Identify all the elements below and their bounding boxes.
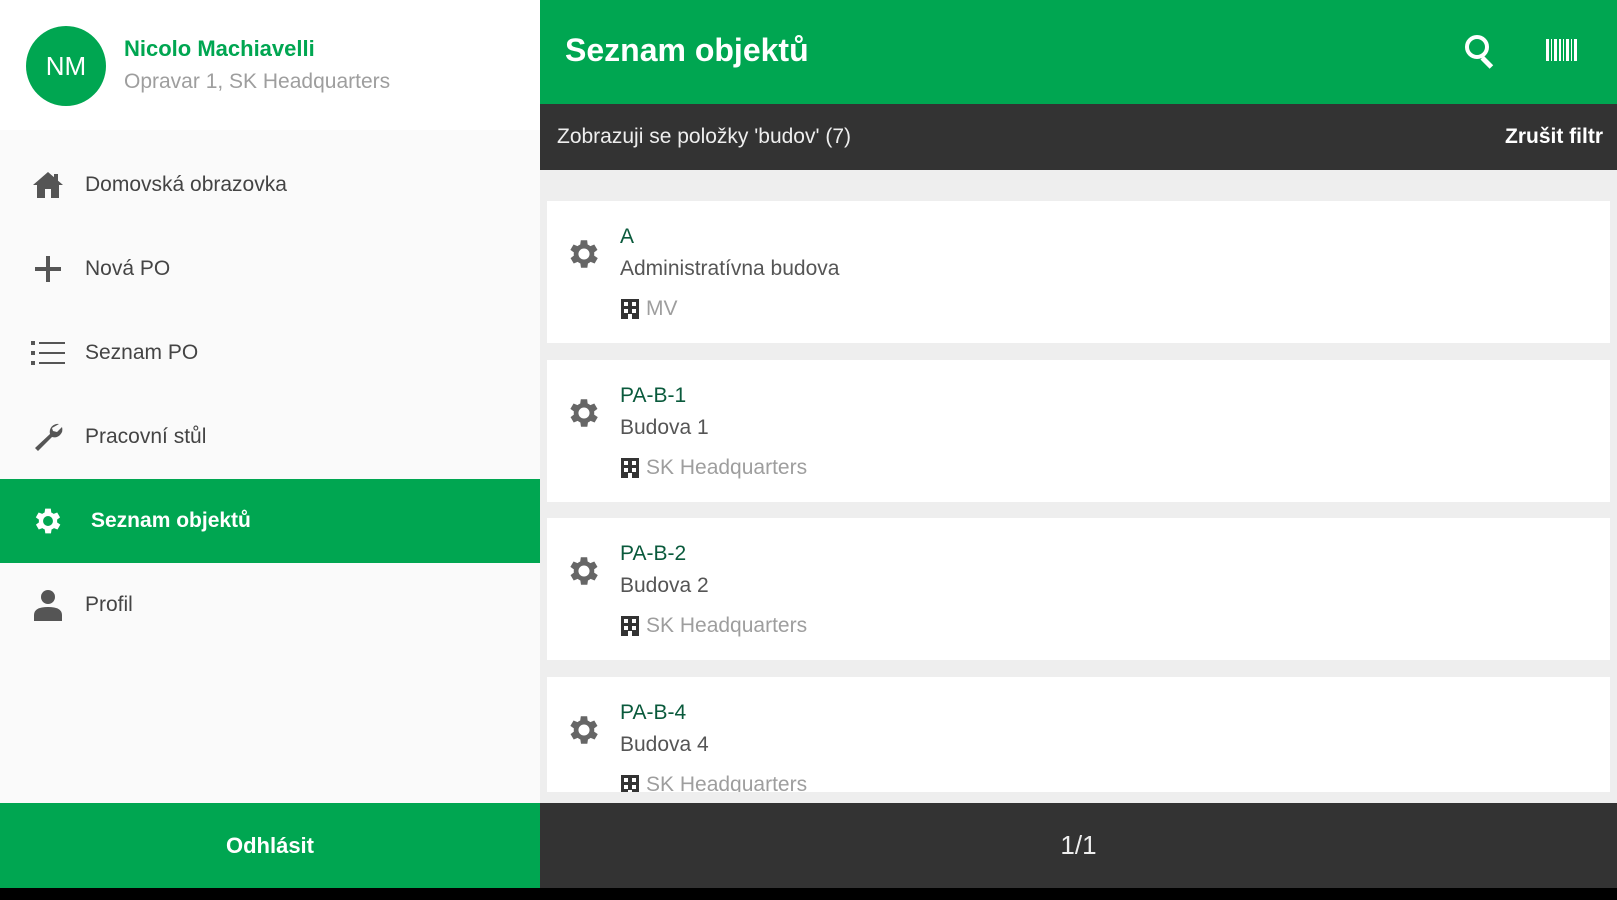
list-item[interactable]: PA-B-4 Budova 4 SK Headquarters xyxy=(547,677,1610,792)
building-icon xyxy=(620,457,640,479)
nav-item-home[interactable]: Domovská obrazovka xyxy=(0,143,540,227)
nav-item-object-list[interactable]: Seznam objektů xyxy=(0,479,540,563)
list-icon xyxy=(30,335,66,371)
object-site: SK Headquarters xyxy=(646,773,808,792)
object-list[interactable]: A Administratívna budova MV PA-B-1 Budov… xyxy=(547,170,1610,792)
object-description: Budova 2 xyxy=(620,574,709,597)
list-item[interactable]: A Administratívna budova MV xyxy=(547,201,1610,343)
gear-icon xyxy=(30,503,66,539)
nav-item-label: Seznam PO xyxy=(85,341,199,364)
pagination-bar: 1/1 xyxy=(540,803,1617,888)
app-bar: Seznam objektů xyxy=(540,0,1617,104)
nav-item-label: Pracovní stůl xyxy=(85,425,207,448)
page-title: Seznam objektů xyxy=(565,32,809,68)
object-description: Budova 1 xyxy=(620,416,709,439)
gear-icon xyxy=(565,711,603,749)
object-code: PA-B-1 xyxy=(620,384,687,407)
object-site: MV xyxy=(646,297,678,320)
building-icon xyxy=(620,774,640,792)
object-description: Administratívna budova xyxy=(620,257,840,280)
user-name: Nicolo Machiavelli xyxy=(124,36,315,61)
gear-icon xyxy=(565,394,603,432)
nav-item-profile[interactable]: Profil xyxy=(0,563,540,647)
nav-menu: Domovská obrazovka Nová PO Seznam PO Pra… xyxy=(0,143,540,647)
gear-icon xyxy=(565,235,603,273)
nav-item-po-list[interactable]: Seznam PO xyxy=(0,311,540,395)
list-item[interactable]: PA-B-1 Budova 1 SK Headquarters xyxy=(547,360,1610,502)
object-code: PA-B-2 xyxy=(620,542,687,565)
nav-item-label: Profil xyxy=(85,593,133,616)
plus-icon xyxy=(30,251,66,287)
logout-button[interactable]: Odhlásit xyxy=(0,803,540,888)
page-indicator: 1/1 xyxy=(1060,830,1097,860)
object-site: SK Headquarters xyxy=(646,456,808,479)
avatar[interactable]: NM xyxy=(26,26,106,106)
person-icon xyxy=(30,587,66,623)
list-item[interactable]: PA-B-2 Budova 2 SK Headquarters xyxy=(547,518,1610,660)
filter-bar: Zobrazuji se položky 'budov' (7) Zrušit … xyxy=(540,104,1617,170)
gear-icon xyxy=(565,552,603,590)
home-icon xyxy=(30,167,66,203)
object-code: PA-B-4 xyxy=(620,701,687,724)
navigation-drawer: NM Nicolo Machiavelli Opravar 1, SK Head… xyxy=(0,0,540,888)
nav-item-workbench[interactable]: Pracovní stůl xyxy=(0,395,540,479)
building-icon xyxy=(620,615,640,637)
user-role: Opravar 1, SK Headquarters xyxy=(124,70,391,93)
wrench-icon xyxy=(30,419,66,455)
search-icon[interactable] xyxy=(1462,32,1500,70)
clear-filter-button[interactable]: Zrušit filtr xyxy=(1505,125,1603,149)
building-icon xyxy=(620,298,640,320)
filter-status-text: Zobrazuji se položky 'budov' (7) xyxy=(557,125,851,148)
profile-header: NM Nicolo Machiavelli Opravar 1, SK Head… xyxy=(0,0,540,130)
object-site: SK Headquarters xyxy=(646,614,808,637)
nav-item-label: Domovská obrazovka xyxy=(85,173,287,196)
main-panel: Seznam objektů Zobrazuji se položky 'bud… xyxy=(540,0,1617,888)
barcode-icon[interactable] xyxy=(1545,36,1579,66)
object-description: Budova 4 xyxy=(620,733,709,756)
nav-item-label: Seznam objektů xyxy=(91,509,251,532)
nav-item-label: Nová PO xyxy=(85,257,171,280)
object-code: A xyxy=(620,225,635,248)
nav-item-new-po[interactable]: Nová PO xyxy=(0,227,540,311)
